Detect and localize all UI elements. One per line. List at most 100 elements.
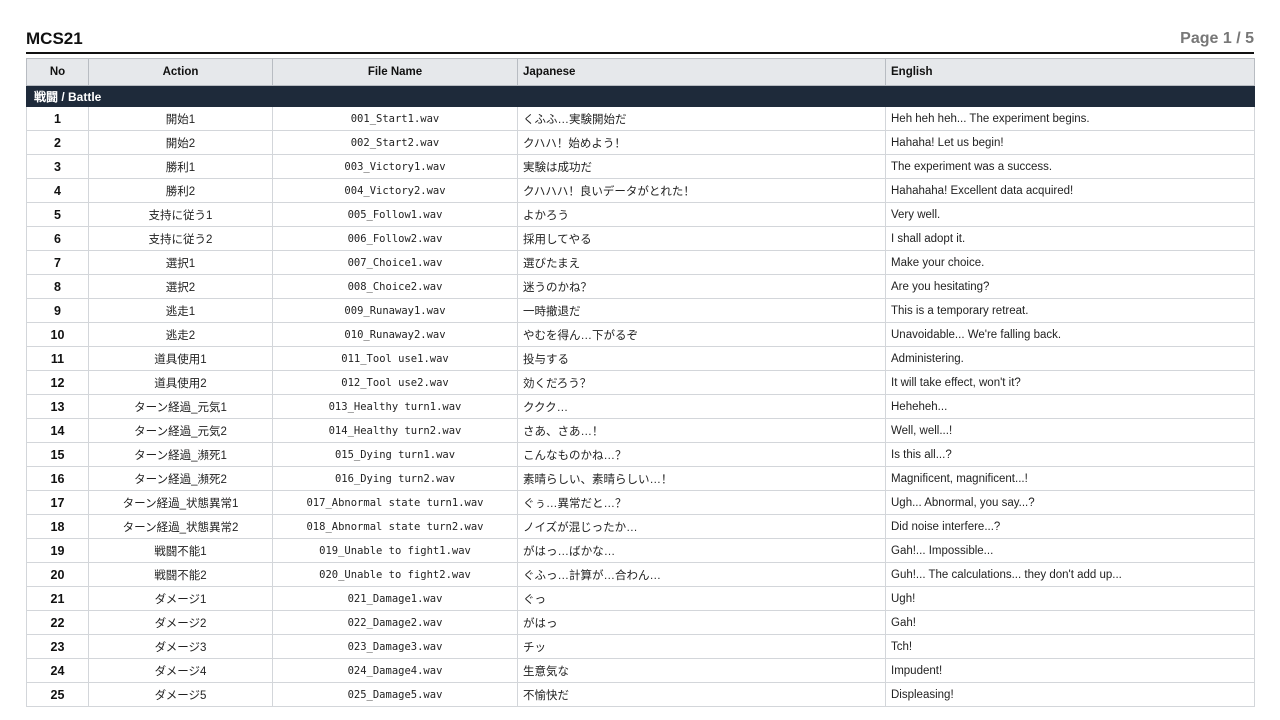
action-cell: 選択2	[88, 274, 273, 299]
japanese-cell: チッ	[517, 634, 886, 659]
row-number: 9	[26, 298, 89, 323]
row-number: 21	[26, 586, 89, 611]
file-name-cell: 020_Unable to fight2.wav	[272, 562, 518, 587]
english-cell: Magnificent, magnificent...!	[885, 466, 1255, 491]
file-name-cell: 022_Damage2.wav	[272, 610, 518, 635]
file-name-cell: 005_Follow1.wav	[272, 202, 518, 227]
row-number: 22	[26, 610, 89, 635]
row-number: 25	[26, 682, 89, 707]
file-name-cell: 003_Victory1.wav	[272, 154, 518, 179]
action-cell: 支持に従う1	[88, 202, 273, 227]
row-number: 3	[26, 154, 89, 179]
file-name-cell: 025_Damage5.wav	[272, 682, 518, 707]
row-number: 8	[26, 274, 89, 299]
action-cell: 道具使用2	[88, 370, 273, 395]
japanese-cell: 選びたまえ	[517, 250, 886, 275]
english-cell: Are you hesitating?	[885, 274, 1255, 299]
action-cell: 戦闘不能2	[88, 562, 273, 587]
action-cell: 開始1	[88, 106, 273, 131]
table-row: 15 ターン経過_瀕死1 015_Dying turn1.wav こんなものかね…？ I…	[26, 442, 1255, 467]
file-name-cell: 024_Damage4.wav	[272, 658, 518, 683]
table-row: 11 道具使用1 011_Tool use1.wav 投与する Administerin…	[26, 346, 1255, 371]
action-cell: ダメージ3	[88, 634, 273, 659]
action-cell: 逃走2	[88, 322, 273, 347]
row-number: 24	[26, 658, 89, 683]
japanese-cell: 素晴らしい、素晴らしい…！	[517, 466, 886, 491]
action-cell: ターン経過_瀕死1	[88, 442, 273, 467]
table-header-row: No Action File Name Japanese English	[26, 58, 1255, 86]
english-cell: Hahaha! Let us begin!	[885, 130, 1255, 155]
english-cell: I shall adopt it.	[885, 226, 1255, 251]
english-cell: This is a temporary retreat.	[885, 298, 1255, 323]
japanese-cell: 投与する	[517, 346, 886, 371]
column-header-no: No	[26, 58, 89, 86]
action-cell: 道具使用1	[88, 346, 273, 371]
english-cell: It will take effect, won't it?	[885, 370, 1255, 395]
japanese-cell: 実験は成功だ	[517, 154, 886, 179]
japanese-cell: 迷うのかね？	[517, 274, 886, 299]
action-cell: ターン経過_状態異常2	[88, 514, 273, 539]
file-name-cell: 023_Damage3.wav	[272, 634, 518, 659]
table-row: 1 開始1 001_Start1.wav くふふ…実験開始だ Heh heh heh..…	[26, 106, 1255, 131]
table-row: 12 道具使用2 012_Tool use2.wav 効くだろう？ It will ta…	[26, 370, 1255, 395]
row-number: 1	[26, 106, 89, 131]
table-row: 3 勝利1 003_Victory1.wav 実験は成功だ The experiment…	[26, 154, 1255, 179]
row-number: 6	[26, 226, 89, 251]
file-name-cell: 001_Start1.wav	[272, 106, 518, 131]
file-name-cell: 010_Runaway2.wav	[272, 322, 518, 347]
japanese-cell: よかろう	[517, 202, 886, 227]
file-name-cell: 011_Tool use1.wav	[272, 346, 518, 371]
table-row: 4 勝利2 004_Victory2.wav クハハハ！良いデータがとれた！ Hahah…	[26, 178, 1255, 203]
column-header-japanese: Japanese	[517, 58, 886, 86]
row-number: 10	[26, 322, 89, 347]
file-name-cell: 017_Abnormal state turn1.wav	[272, 490, 518, 515]
japanese-cell: ぐぅ…異常だと…？	[517, 490, 886, 515]
action-cell: 支持に従う2	[88, 226, 273, 251]
english-cell: Hahahaha! Excellent data acquired!	[885, 178, 1255, 203]
section-row: 戦闘 / Battle	[26, 85, 1255, 107]
action-cell: ターン経過_状態異常1	[88, 490, 273, 515]
table-row: 6 支持に従う2 006_Follow2.wav 採用してやる I shall adop…	[26, 226, 1255, 251]
english-cell: Make your choice.	[885, 250, 1255, 275]
row-number: 2	[26, 130, 89, 155]
file-name-cell: 006_Follow2.wav	[272, 226, 518, 251]
japanese-cell: やむを得ん…下がるぞ	[517, 322, 886, 347]
japanese-cell: ノイズが混じったか…	[517, 514, 886, 539]
file-name-cell: 014_Healthy turn2.wav	[272, 418, 518, 443]
japanese-cell: 一時撤退だ	[517, 298, 886, 323]
table-row: 18 ターン経過_状態異常2 018_Abnormal state turn2.wa…	[26, 514, 1255, 539]
action-cell: 開始2	[88, 130, 273, 155]
table-row: 24 ダメージ4 024_Damage4.wav 生意気な Impudent!	[26, 658, 1255, 683]
section-label: 戦闘 / Battle	[26, 85, 1255, 107]
table-row: 16 ターン経過_瀕死2 016_Dying turn2.wav 素晴らしい、素晴らし…	[26, 466, 1255, 491]
table-row: 5 支持に従う1 005_Follow1.wav よかろう Very well.	[26, 202, 1255, 227]
file-name-cell: 013_Healthy turn1.wav	[272, 394, 518, 419]
table-row: 20 戦闘不能2 020_Unable to fight2.wav ぐふっ…計算が…合…	[26, 562, 1255, 587]
table-row: 9 逃走1 009_Runaway1.wav 一時撤退だ This is a tempo…	[26, 298, 1255, 323]
table-row: 8 選択2 008_Choice2.wav 迷うのかね？ Are you hesitat…	[26, 274, 1255, 299]
table-row: 2 開始2 002_Start2.wav クハハ！始めよう！ Hahaha! Let u…	[26, 130, 1255, 155]
file-name-cell: 018_Abnormal state turn2.wav	[272, 514, 518, 539]
japanese-cell: 採用してやる	[517, 226, 886, 251]
table-row: 17 ターン経過_状態異常1 017_Abnormal state turn1.wa…	[26, 490, 1255, 515]
row-number: 13	[26, 394, 89, 419]
action-cell: ダメージ4	[88, 658, 273, 683]
column-header-action: Action	[88, 58, 273, 86]
english-cell: Very well.	[885, 202, 1255, 227]
english-cell: Tch!	[885, 634, 1255, 659]
english-cell: Guh!... The calculations... they don't a…	[885, 562, 1255, 587]
english-cell: Unavoidable... We're falling back.	[885, 322, 1255, 347]
english-cell: Impudent!	[885, 658, 1255, 683]
english-cell: Gah!... Impossible...	[885, 538, 1255, 563]
file-name-cell: 021_Damage1.wav	[272, 586, 518, 611]
row-number: 7	[26, 250, 89, 275]
document-title: MCS21	[26, 29, 83, 48]
file-name-cell: 016_Dying turn2.wav	[272, 466, 518, 491]
row-number: 14	[26, 418, 89, 443]
english-cell: Displeasing!	[885, 682, 1255, 707]
table-row: 22 ダメージ2 022_Damage2.wav がはっ Gah!	[26, 610, 1255, 635]
action-cell: 逃走1	[88, 298, 273, 323]
file-name-cell: 002_Start2.wav	[272, 130, 518, 155]
japanese-cell: クハハ！始めよう！	[517, 130, 886, 155]
row-number: 15	[26, 442, 89, 467]
